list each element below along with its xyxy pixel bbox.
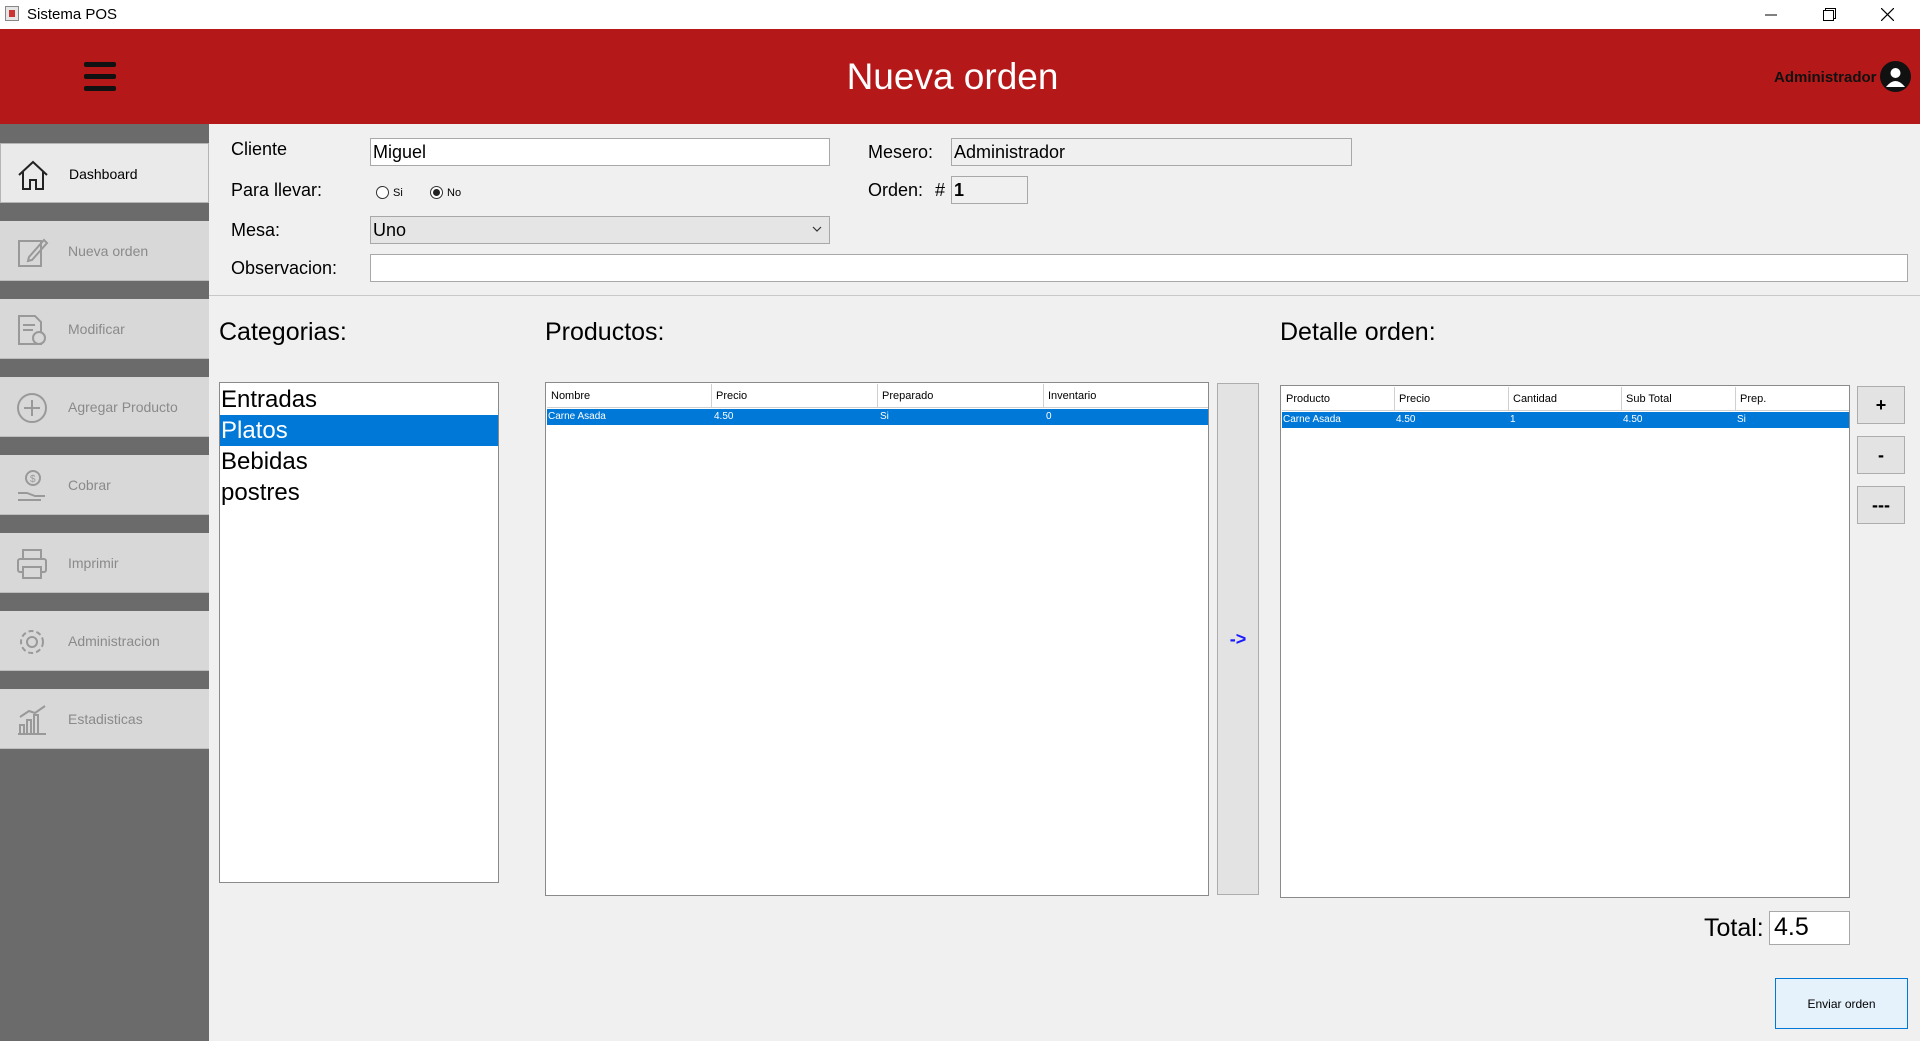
observacion-label: Observacion: (231, 258, 338, 278)
mesa-selected-value: Uno (373, 220, 407, 240)
sidebar-item-label: Cobrar (68, 477, 111, 493)
orden-number-field: 1 (951, 176, 1028, 204)
detalle-title: Detalle orden: (1280, 318, 1436, 346)
table-cell: Carne Asada (548, 411, 606, 422)
table-cell: 1 (1510, 414, 1516, 425)
column-header[interactable]: Precio (1395, 387, 1509, 411)
sidebar-item-estadisticas[interactable]: Estadisticas (0, 689, 209, 749)
sidebar-item-label: Nueva orden (68, 243, 149, 259)
total-label: Total: (1704, 914, 1764, 942)
orden-label: Orden: (868, 180, 924, 200)
page-title: Nueva orden (846, 56, 1059, 97)
detalle-table[interactable]: Producto Precio Cantidad Sub Total Prep.… (1280, 385, 1850, 898)
column-header[interactable]: Nombre (547, 384, 712, 408)
list-item[interactable]: postres (220, 477, 498, 508)
decrease-quantity-button[interactable]: - (1857, 436, 1905, 474)
cliente-label: Cliente (231, 139, 288, 159)
plus-circle-icon (17, 393, 47, 423)
mesero-label: Mesero: (868, 142, 934, 162)
user-avatar-icon[interactable] (1880, 61, 1911, 92)
para-llevar-label: Para llevar: (231, 180, 323, 200)
categorias-list[interactable]: Entradas Platos Bebidas postres (219, 382, 499, 883)
minimize-button[interactable] (1742, 0, 1800, 29)
send-order-button[interactable]: Enviar orden (1775, 978, 1908, 1029)
column-header[interactable]: Inventario (1044, 384, 1208, 408)
gear-icon (20, 630, 44, 654)
cliente-input[interactable]: Miguel (370, 138, 830, 166)
list-item[interactable]: Bebidas (220, 446, 498, 477)
minimize-icon (1765, 14, 1777, 15)
chevron-down-icon (812, 226, 822, 232)
table-cell: 0 (1046, 411, 1052, 422)
close-icon (1880, 8, 1894, 21)
close-button[interactable] (1858, 0, 1916, 29)
sidebar-item-agregar-producto[interactable]: Agregar Producto (0, 377, 209, 437)
mesero-field: Administrador (951, 138, 1352, 166)
money-hand-icon: $ (18, 470, 45, 501)
mesa-select[interactable]: Uno (370, 216, 830, 244)
table-cell: Si (1737, 414, 1746, 425)
total-field: 4.5 (1769, 911, 1850, 945)
printer-icon (17, 549, 47, 579)
column-header[interactable]: Sub Total (1622, 387, 1736, 411)
user-name: Administrador (1774, 69, 1877, 86)
chart-icon (18, 705, 46, 735)
sidebar-item-label: Imprimir (68, 555, 119, 571)
sidebar-item-cobrar[interactable]: $ Cobrar (0, 455, 209, 515)
restore-button[interactable] (1800, 0, 1858, 29)
svg-text:$: $ (30, 474, 36, 485)
sidebar-item-label: Administracion (68, 633, 160, 649)
mesa-label: Mesa: (231, 220, 281, 240)
table-row[interactable]: Carne Asada 4.50 1 4.50 Si (1282, 412, 1849, 428)
column-header[interactable]: Precio (712, 384, 878, 408)
sidebar-item-label: Agregar Producto (68, 399, 178, 415)
list-item[interactable]: Entradas (220, 384, 498, 415)
add-to-order-button[interactable]: -> (1217, 383, 1259, 895)
table-cell: Carne Asada (1283, 414, 1341, 425)
home-icon (18, 160, 48, 190)
sidebar-item-label: Dashboard (69, 166, 138, 182)
table-row[interactable]: Carne Asada 4.50 Si 0 (547, 409, 1208, 425)
llevar-no-label: No (447, 187, 462, 199)
edit-icon (18, 238, 49, 267)
sidebar-item-dashboard[interactable]: Dashboard (0, 143, 209, 203)
table-cell: 4.50 (714, 411, 734, 422)
column-header[interactable]: Prep. (1736, 387, 1849, 411)
sidebar-item-imprimir[interactable]: Imprimir (0, 533, 209, 593)
table-cell: Si (880, 411, 889, 422)
productos-title: Productos: (545, 318, 665, 346)
llevar-si-label: Si (393, 187, 403, 199)
llevar-no-radio[interactable] (430, 186, 443, 199)
document-refresh-icon (18, 315, 46, 345)
observacion-input[interactable] (370, 254, 1908, 282)
sidebar-item-nueva-orden[interactable]: Nueva orden (0, 221, 209, 281)
sidebar-item-administracion[interactable]: Administracion (0, 611, 209, 671)
sidebar-item-label: Estadisticas (68, 711, 143, 727)
sidebar-item-modificar[interactable]: Modificar (0, 299, 209, 359)
table-cell: 4.50 (1396, 414, 1416, 425)
remove-item-button[interactable]: --- (1857, 486, 1905, 524)
window-title-bar: Sistema POS (0, 0, 1920, 29)
window-title: Sistema POS (27, 6, 118, 23)
column-header[interactable]: Cantidad (1509, 387, 1622, 411)
sidebar-item-label: Modificar (68, 321, 125, 337)
column-header[interactable]: Producto (1282, 387, 1395, 411)
categorias-title: Categorias: (219, 318, 347, 346)
table-cell: 4.50 (1623, 414, 1643, 425)
llevar-si-radio[interactable] (376, 186, 389, 199)
increase-quantity-button[interactable]: + (1857, 386, 1905, 424)
restore-icon (1822, 8, 1836, 21)
column-header[interactable]: Preparado (878, 384, 1044, 408)
productos-table[interactable]: Nombre Precio Preparado Inventario Carne… (545, 382, 1209, 896)
java-app-icon (5, 6, 19, 21)
list-item-selected[interactable]: Platos (220, 415, 498, 446)
orden-hash: # (935, 180, 946, 200)
